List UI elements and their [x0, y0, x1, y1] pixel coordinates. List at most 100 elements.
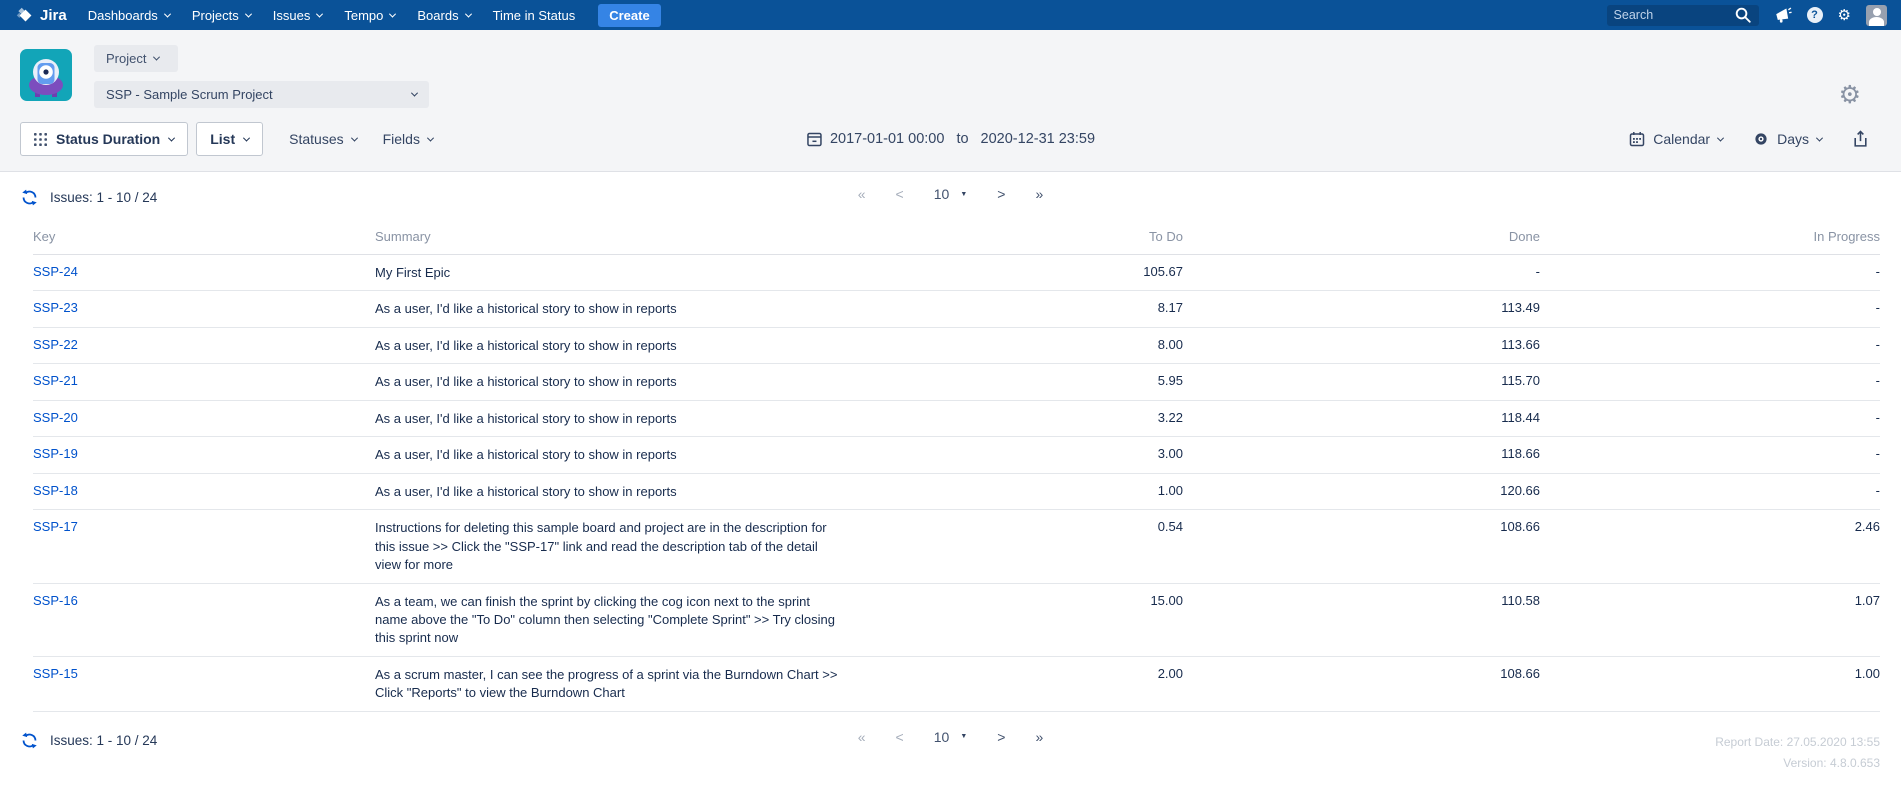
inprogress-value: -	[1540, 473, 1880, 509]
done-value: -	[1183, 255, 1540, 291]
inprogress-value: -	[1540, 255, 1880, 291]
report-toolbar: Status Duration List Statuses Fields 201…	[0, 116, 1901, 172]
issue-key-link[interactable]: SSP-18	[33, 483, 78, 498]
issue-key-link[interactable]: SSP-17	[33, 519, 78, 534]
jira-logo[interactable]: Jira	[12, 6, 77, 25]
help-icon[interactable]: ?	[1807, 7, 1823, 23]
fields-dropdown[interactable]: Fields	[383, 131, 433, 147]
chevron-down-icon	[153, 54, 160, 61]
col-header-done[interactable]: Done	[1183, 220, 1540, 255]
triangle-down-icon: ▼	[960, 733, 967, 740]
export-icon[interactable]	[1852, 130, 1869, 148]
next-page-button[interactable]: >	[997, 729, 1005, 745]
statuses-dropdown[interactable]: Statuses	[289, 131, 356, 147]
todo-value: 8.17	[843, 291, 1183, 327]
col-header-todo[interactable]: To Do	[843, 220, 1183, 255]
user-avatar[interactable]	[1866, 5, 1887, 26]
project-select[interactable]: SSP - Sample Scrum Project	[94, 81, 429, 108]
nav-item-time-in-status[interactable]: Time in Status	[482, 0, 587, 30]
todo-value: 0.54	[843, 510, 1183, 583]
nav-item-label: Time in Status	[493, 8, 576, 23]
brand-text: Jira	[40, 7, 67, 24]
pager-top: « < 10 ▼ > »	[858, 186, 1043, 202]
nav-item-boards[interactable]: Boards	[406, 0, 481, 30]
report-type-label: Status Duration	[56, 131, 160, 147]
issue-key-link[interactable]: SSP-16	[33, 593, 78, 608]
create-button[interactable]: Create	[598, 4, 660, 27]
chevron-down-icon	[1816, 134, 1823, 141]
todo-value: 8.00	[843, 327, 1183, 363]
table-row: SSP-15 As a scrum master, I can see the …	[33, 656, 1880, 711]
settings-icon[interactable]: ⚙	[1838, 8, 1851, 23]
fields-label: Fields	[383, 131, 420, 147]
units-dropdown[interactable]: Days	[1753, 131, 1822, 147]
report-settings-gear-icon[interactable]: ⚙	[1839, 82, 1861, 107]
search-placeholder: Search	[1614, 8, 1654, 22]
status-duration-table: Key Summary To Do Done In Progress SSP-2…	[33, 220, 1880, 712]
done-value: 108.66	[1183, 510, 1540, 583]
report-header: Project SSP - Sample Scrum Project ⚙	[0, 30, 1901, 116]
issue-key-link[interactable]: SSP-19	[33, 446, 78, 461]
done-value: 120.66	[1183, 473, 1540, 509]
page-size-dropdown[interactable]: 10 ▼	[934, 186, 968, 202]
top-pagination-row: Issues: 1 - 10 / 24 « < 10 ▼ > »	[0, 172, 1901, 214]
issue-summary-text: As a user, I'd like a historical story t…	[375, 446, 843, 464]
chevron-down-icon	[389, 10, 396, 17]
date-range-picker[interactable]: 2017-01-01 00:00 to 2020-12-31 23:59	[806, 131, 1095, 147]
page-size-dropdown[interactable]: 10 ▼	[934, 729, 968, 745]
prev-page-button[interactable]: <	[896, 186, 904, 202]
done-value: 113.49	[1183, 291, 1540, 327]
issue-summary-text: As a user, I'd like a historical story t…	[375, 337, 843, 355]
nav-item-label: Boards	[417, 8, 458, 23]
col-header-summary[interactable]: Summary	[375, 220, 843, 255]
view-button[interactable]: List	[196, 122, 263, 156]
col-header-inprogress[interactable]: In Progress	[1540, 220, 1880, 255]
inprogress-value: -	[1540, 291, 1880, 327]
search-input[interactable]: Search	[1607, 5, 1759, 26]
calendar-view-dropdown[interactable]: Calendar	[1629, 131, 1723, 147]
eye-icon	[1753, 131, 1769, 147]
pager-bottom: « < 10 ▼ > »	[858, 729, 1043, 745]
calendar-icon	[806, 131, 822, 147]
chevron-down-icon	[1717, 134, 1724, 141]
nav-item-issues[interactable]: Issues	[262, 0, 334, 30]
done-value: 118.66	[1183, 437, 1540, 473]
nav-item-dashboards[interactable]: Dashboards	[77, 0, 181, 30]
issues-summary: Issues: 1 - 10 / 24	[21, 189, 157, 206]
report-type-button[interactable]: Status Duration	[20, 122, 188, 156]
first-page-button[interactable]: «	[858, 186, 866, 202]
todo-value: 15.00	[843, 583, 1183, 656]
refresh-icon[interactable]	[21, 732, 38, 749]
issue-summary-text: As a user, I'd like a historical story t…	[375, 300, 843, 318]
refresh-icon[interactable]	[21, 189, 38, 206]
chevron-down-icon	[168, 134, 175, 141]
todo-value: 2.00	[843, 656, 1183, 711]
issue-key-link[interactable]: SSP-21	[33, 373, 78, 388]
issue-key-link[interactable]: SSP-24	[33, 264, 78, 279]
issue-summary-text: As a user, I'd like a historical story t…	[375, 483, 843, 501]
page-size-value: 10	[934, 186, 950, 202]
next-page-button[interactable]: >	[997, 186, 1005, 202]
issue-key-link[interactable]: SSP-15	[33, 666, 78, 681]
issue-key-link[interactable]: SSP-22	[33, 337, 78, 352]
issues-count-text: Issues: 1 - 10 / 24	[50, 190, 157, 205]
last-page-button[interactable]: »	[1035, 729, 1043, 745]
chevron-down-icon	[316, 10, 323, 17]
table-row: SSP-19 As a user, I'd like a historical …	[33, 437, 1880, 473]
scope-dropdown[interactable]: Project	[94, 45, 178, 72]
first-page-button[interactable]: «	[858, 729, 866, 745]
col-header-key[interactable]: Key	[33, 220, 375, 255]
grid-icon	[34, 133, 47, 146]
nav-menu: Dashboards Projects Issues Tempo Boards …	[77, 0, 587, 30]
nav-item-tempo[interactable]: Tempo	[333, 0, 406, 30]
last-page-button[interactable]: »	[1035, 186, 1043, 202]
table-row: SSP-22 As a user, I'd like a historical …	[33, 327, 1880, 363]
nav-item-projects[interactable]: Projects	[181, 0, 262, 30]
announcements-icon[interactable]	[1774, 6, 1792, 24]
issue-key-link[interactable]: SSP-23	[33, 300, 78, 315]
issue-key-link[interactable]: SSP-20	[33, 410, 78, 425]
status-duration-table-wrap: Key Summary To Do Done In Progress SSP-2…	[0, 214, 1901, 712]
table-row: SSP-24 My First Epic 105.67 - -	[33, 255, 1880, 291]
prev-page-button[interactable]: <	[896, 729, 904, 745]
todo-value: 1.00	[843, 473, 1183, 509]
